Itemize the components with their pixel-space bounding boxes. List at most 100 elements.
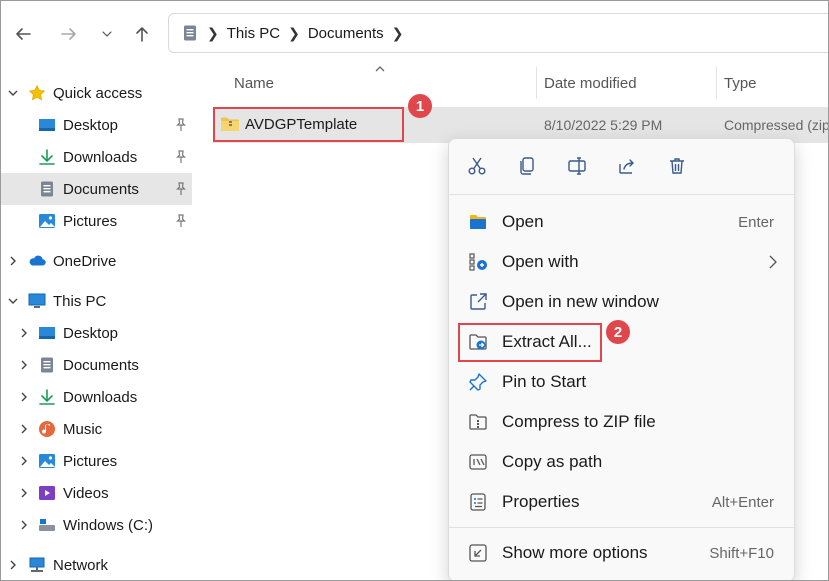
sidebar-item-downloads[interactable]: Downloads xyxy=(1,141,194,173)
chevron-down-icon xyxy=(102,31,112,37)
chevron-right-icon[interactable] xyxy=(7,559,19,571)
chevron-right-icon[interactable] xyxy=(18,391,30,403)
callout-badge-2: 2 xyxy=(606,320,630,344)
sidebar-item-pc-documents[interactable]: Documents xyxy=(1,349,194,381)
desktop-icon xyxy=(39,119,55,131)
menu-item-label: Show more options xyxy=(502,543,648,562)
sidebar-item-documents[interactable]: Documents xyxy=(1,173,192,205)
breadcrumb-this-pc[interactable]: This PC xyxy=(227,25,280,42)
menu-item-open-with[interactable]: Open with xyxy=(459,244,784,280)
share-button[interactable] xyxy=(614,153,640,179)
menu-item-label: Properties xyxy=(502,492,580,511)
column-divider[interactable] xyxy=(716,67,717,99)
sidebar-item-desktop[interactable]: Desktop xyxy=(1,109,194,141)
breadcrumb-documents[interactable]: Documents xyxy=(308,25,384,42)
rename-button[interactable] xyxy=(564,153,590,179)
chevron-right-icon[interactable] xyxy=(18,359,30,371)
back-button[interactable] xyxy=(10,21,36,47)
callout-badge-1: 1 xyxy=(408,94,432,118)
computer-icon xyxy=(28,293,46,308)
chevron-right-icon xyxy=(769,255,777,269)
arrow-up-icon xyxy=(136,27,148,42)
chevron-right-icon[interactable] xyxy=(18,455,30,467)
file-explorer-window: ❯ This PC ❯ Documents ❯ Quick access Des… xyxy=(0,0,829,581)
sidebar-item-pictures[interactable]: Pictures xyxy=(1,205,194,237)
chevron-right-icon[interactable] xyxy=(18,487,30,499)
sidebar-item-pc-videos[interactable]: Videos xyxy=(1,477,194,509)
menu-item-pin-to-start[interactable]: Pin to Start xyxy=(459,364,784,400)
sidebar-item-label: Windows (C:) xyxy=(63,516,154,534)
chevron-right-icon[interactable] xyxy=(7,255,19,267)
star-icon xyxy=(28,84,46,101)
videos-icon xyxy=(39,486,55,500)
cloud-icon xyxy=(29,255,46,266)
sidebar-item-label: Music xyxy=(63,420,103,438)
sidebar-item-network[interactable]: Network xyxy=(1,549,194,580)
menu-item-open[interactable]: Open Enter xyxy=(459,204,784,240)
sidebar-item-pc-music[interactable]: Music xyxy=(1,413,194,445)
menu-item-properties[interactable]: Properties Alt+Enter xyxy=(459,484,784,520)
open-new-window-icon xyxy=(470,293,487,310)
pin-icon xyxy=(176,182,186,195)
highlight-box-file xyxy=(213,107,404,142)
menu-item-label: Pin to Start xyxy=(502,372,587,391)
menu-item-copy-as-path[interactable]: Copy as path xyxy=(459,444,784,480)
download-icon xyxy=(39,149,55,165)
chevron-down-icon[interactable] xyxy=(7,295,19,307)
chevron-right-icon[interactable] xyxy=(18,327,30,339)
chevron-right-icon: ❯ xyxy=(288,24,300,41)
menu-divider xyxy=(449,527,794,528)
menu-item-label: Copy as path xyxy=(502,452,603,471)
sidebar-item-pc-desktop[interactable]: Desktop xyxy=(1,317,194,349)
download-icon xyxy=(39,389,55,405)
forward-button[interactable] xyxy=(56,21,82,47)
recent-locations-button[interactable] xyxy=(94,21,120,47)
column-header-date-modified[interactable]: Date modified xyxy=(544,65,637,101)
column-divider[interactable] xyxy=(536,67,537,99)
pictures-icon xyxy=(39,214,55,228)
delete-button[interactable] xyxy=(664,153,690,179)
sort-ascending-icon xyxy=(375,66,385,72)
desktop-icon xyxy=(39,327,55,339)
arrow-right-icon xyxy=(61,28,76,40)
sidebar-item-label: Pictures xyxy=(63,212,118,230)
sidebar-item-label: Pictures xyxy=(63,452,118,470)
cut-button[interactable] xyxy=(464,153,490,179)
menu-item-label: Compress to ZIP file xyxy=(502,412,656,431)
menu-item-show-more-options[interactable]: Show more options Shift+F10 xyxy=(459,535,784,571)
address-bar[interactable]: ❯ This PC ❯ Documents ❯ xyxy=(168,13,828,53)
chevron-down-icon[interactable] xyxy=(7,87,19,99)
folder-open-icon xyxy=(470,215,486,229)
sidebar-item-this-pc[interactable]: This PC xyxy=(1,285,194,317)
sidebar-item-quick-access[interactable]: Quick access xyxy=(1,77,194,109)
menu-item-open-in-new-window[interactable]: Open in new window xyxy=(459,284,784,320)
chevron-right-icon[interactable] xyxy=(18,519,30,531)
copy-icon xyxy=(520,157,534,175)
network-icon xyxy=(29,557,45,572)
up-button[interactable] xyxy=(129,21,155,47)
pin-icon xyxy=(176,150,186,163)
sidebar-item-onedrive[interactable]: OneDrive xyxy=(1,245,194,277)
copy-button[interactable] xyxy=(514,153,540,179)
column-header-name[interactable]: Name xyxy=(234,65,274,101)
sidebar-item-label: Desktop xyxy=(63,116,119,134)
copy-path-icon xyxy=(469,454,487,470)
arrow-left-icon xyxy=(16,28,31,40)
sidebar-item-pc-downloads[interactable]: Downloads xyxy=(1,381,194,413)
file-type: Compressed (zip xyxy=(724,117,829,133)
menu-item-compress-zip[interactable]: Compress to ZIP file xyxy=(459,404,784,440)
sidebar-item-label: OneDrive xyxy=(53,252,117,270)
chevron-right-icon[interactable] xyxy=(18,423,30,435)
shortcut-text: Alt+Enter xyxy=(711,493,774,511)
zip-icon xyxy=(469,414,487,430)
pin-icon xyxy=(176,214,186,227)
delete-icon xyxy=(670,158,684,174)
sidebar-item-pc-windows-c[interactable]: Windows (C:) xyxy=(1,509,194,541)
sidebar-item-label: Downloads xyxy=(63,148,138,166)
chevron-right-icon: ❯ xyxy=(391,24,404,41)
file-date-modified: 8/10/2022 5:29 PM xyxy=(544,117,663,133)
sidebar-item-label: Quick access xyxy=(53,84,143,102)
sidebar-item-pc-pictures[interactable]: Pictures xyxy=(1,445,194,477)
menu-divider xyxy=(449,194,794,195)
column-header-type[interactable]: Type xyxy=(724,65,757,101)
